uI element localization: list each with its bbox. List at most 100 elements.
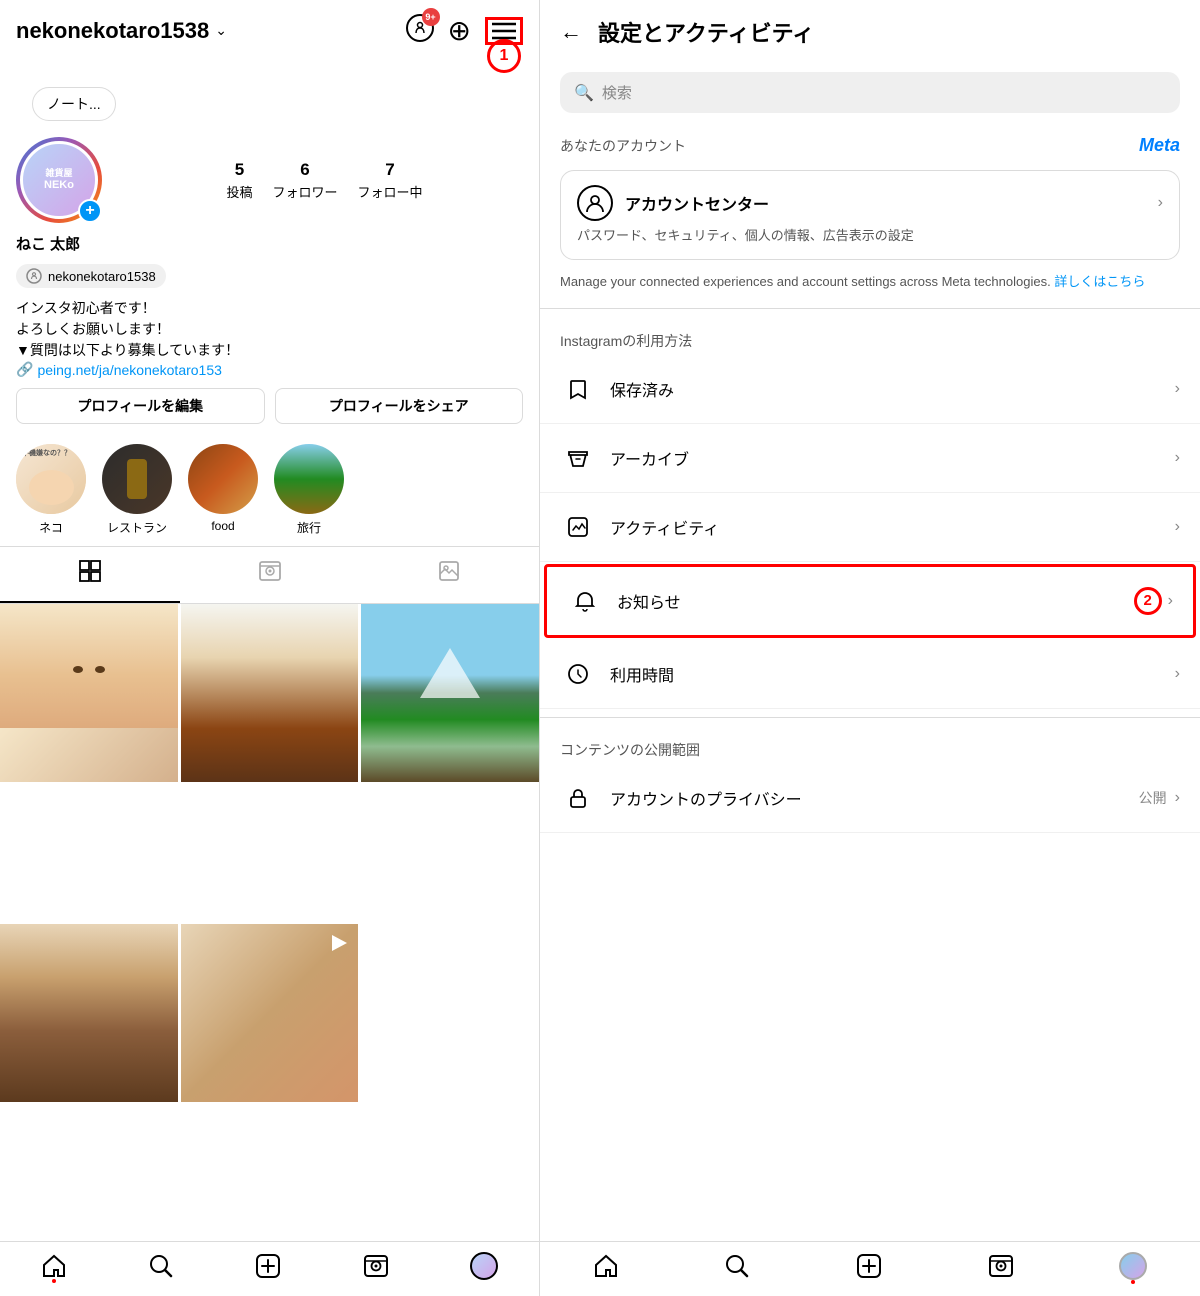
highlight-neko-label: ネコ [39, 519, 63, 536]
meta-logo: Meta [1139, 135, 1180, 156]
tab-tagged[interactable] [359, 547, 539, 603]
highlight-restaurant[interactable]: レストラン [102, 444, 172, 536]
highlight-travel-label: 旅行 [297, 519, 321, 536]
account-center-chevron: › [1158, 194, 1163, 212]
stats-row: 5 投稿 6 フォロワー 7 フォロー中 [126, 160, 523, 201]
right-nav-search[interactable] [724, 1253, 750, 1279]
search-input[interactable]: 検索 [602, 82, 632, 103]
right-header: ← 設定とアクティビティ [540, 0, 1200, 64]
settings-item-notification[interactable]: お知らせ 2 › [547, 567, 1193, 635]
screentime-chevron: › [1175, 665, 1180, 683]
right-bottom-nav [540, 1241, 1200, 1296]
share-profile-button[interactable]: プロフィールをシェア [275, 388, 524, 424]
grid-cell-0[interactable] [0, 604, 178, 782]
nav-home[interactable] [41, 1253, 67, 1279]
archive-label: アーカイブ [610, 446, 1175, 470]
account-center-top: アカウントセンター › [577, 185, 1163, 221]
chevron-down-icon[interactable]: ⌄ [215, 22, 227, 39]
note-button[interactable]: ノート... [32, 87, 116, 121]
highlight-travel[interactable]: 旅行 [274, 444, 344, 536]
right-nav-add[interactable] [856, 1253, 882, 1279]
back-button[interactable]: ← [560, 19, 582, 45]
add-story-button[interactable]: + [78, 199, 102, 223]
bio-link[interactable]: peing.net/ja/nekonekotaro153 [37, 362, 221, 378]
add-icon[interactable]: ⊕ [448, 17, 471, 45]
tabs-row [0, 546, 539, 604]
right-nav-home[interactable] [593, 1253, 619, 1279]
followers-label: フォロワー [272, 182, 337, 201]
highlight-neko-circle: 不機嫌なの？？ [16, 444, 86, 514]
settings-item-screentime[interactable]: 利用時間 › [540, 640, 1200, 709]
meta-learn-more-link[interactable]: 詳しくはこちら [1054, 274, 1145, 289]
photo-grid [0, 604, 539, 1241]
grid-cell-1[interactable] [181, 604, 359, 782]
saved-chevron: › [1175, 380, 1180, 398]
search-container: 🔍 検索 [540, 64, 1200, 125]
archive-chevron: › [1175, 449, 1180, 467]
grid-cell-4[interactable] [181, 924, 359, 1102]
posts-label: 投稿 [226, 182, 252, 201]
notification-wrapper[interactable]: 9+ [406, 14, 434, 47]
followers-stat[interactable]: 6 フォロワー [272, 160, 337, 201]
account-center-desc: パスワード、セキュリティ、個人の情報、広告表示の設定 [577, 227, 1163, 245]
profile-top-row: 雑貨屋 NEKo + 5 投稿 6 フォロワー 7 [16, 137, 523, 223]
nav-add[interactable] [255, 1253, 281, 1279]
nav-search[interactable] [148, 1253, 174, 1279]
notification-item-wrapper: お知らせ 2 › [544, 564, 1196, 638]
posts-stat: 5 投稿 [226, 160, 252, 201]
tab-reels[interactable] [180, 547, 360, 603]
bio-line1: インスタ初心者です！ [16, 298, 523, 319]
settings-item-saved[interactable]: 保存済み › [540, 355, 1200, 424]
followers-count: 6 [300, 160, 309, 180]
screentime-label: 利用時間 [610, 662, 1175, 686]
username-row[interactable]: nekonekotaro1538 ⌄ [16, 18, 227, 44]
right-nav-profile[interactable] [1119, 1252, 1147, 1280]
grid-cell-2[interactable] [361, 604, 539, 782]
divider-2 [540, 717, 1200, 718]
nav-profile-avatar [470, 1252, 498, 1280]
meta-manage-text: Manage your connected experiences and ac… [540, 264, 1200, 300]
left-panel: nekonekotaro1538 ⌄ 9+ ⊕ [0, 0, 540, 1296]
account-center-title: アカウントセンター [625, 191, 1146, 215]
thread-username: nekonekotaro1538 [48, 269, 156, 284]
lock-icon [560, 780, 596, 816]
bio-line2: よろしくお願いします！ [16, 319, 523, 340]
step-1-label: 1 [487, 39, 521, 73]
edit-profile-button[interactable]: プロフィールを編集 [16, 388, 265, 424]
avatar-wrapper: 雑貨屋 NEKo + [16, 137, 102, 223]
posts-count: 5 [235, 160, 244, 180]
right-profile-dot [1131, 1280, 1135, 1284]
tab-grid[interactable] [0, 547, 180, 603]
activity-icon [560, 509, 596, 545]
hamburger-wrapper: 1 [485, 17, 523, 45]
privacy-right: 公開 › [1139, 788, 1180, 808]
search-box[interactable]: 🔍 検索 [560, 72, 1180, 113]
threads-small-icon [26, 268, 42, 284]
reels-tab-icon [258, 559, 282, 589]
search-icon: 🔍 [574, 83, 594, 103]
username: nekonekotaro1538 [16, 18, 209, 44]
notification-label: お知らせ [617, 589, 1134, 613]
archive-icon [560, 440, 596, 476]
account-section-header: あなたのアカウント Meta [540, 125, 1200, 166]
settings-item-archive[interactable]: アーカイブ › [540, 424, 1200, 493]
settings-item-privacy[interactable]: アカウントのプライバシー 公開 › [540, 764, 1200, 833]
highlight-neko[interactable]: 不機嫌なの？？ ネコ [16, 444, 86, 536]
thread-username-row[interactable]: nekonekotaro1538 [16, 264, 166, 288]
right-nav-reels[interactable] [988, 1253, 1014, 1279]
nav-reels[interactable] [363, 1253, 389, 1279]
profile-buttons: プロフィールを編集 プロフィールをシェア [0, 378, 539, 434]
settings-item-activity[interactable]: アクティビティ › [540, 493, 1200, 562]
notification-chevron: 2 › [1134, 587, 1173, 615]
following-stat[interactable]: 7 フォロー中 [358, 160, 423, 201]
clock-icon [560, 656, 596, 692]
following-count: 7 [385, 160, 394, 180]
highlight-food[interactable]: food [188, 444, 258, 536]
highlight-food-circle [188, 444, 258, 514]
highlights-section: 不機嫌なの？？ ネコ レストラン food [0, 434, 539, 546]
account-center-card[interactable]: アカウントセンター › パスワード、セキュリティ、個人の情報、広告表示の設定 [560, 170, 1180, 260]
grid-icon [78, 559, 102, 589]
nav-profile[interactable] [470, 1252, 498, 1280]
account-center-icon [577, 185, 613, 221]
grid-cell-3[interactable] [0, 924, 178, 1102]
